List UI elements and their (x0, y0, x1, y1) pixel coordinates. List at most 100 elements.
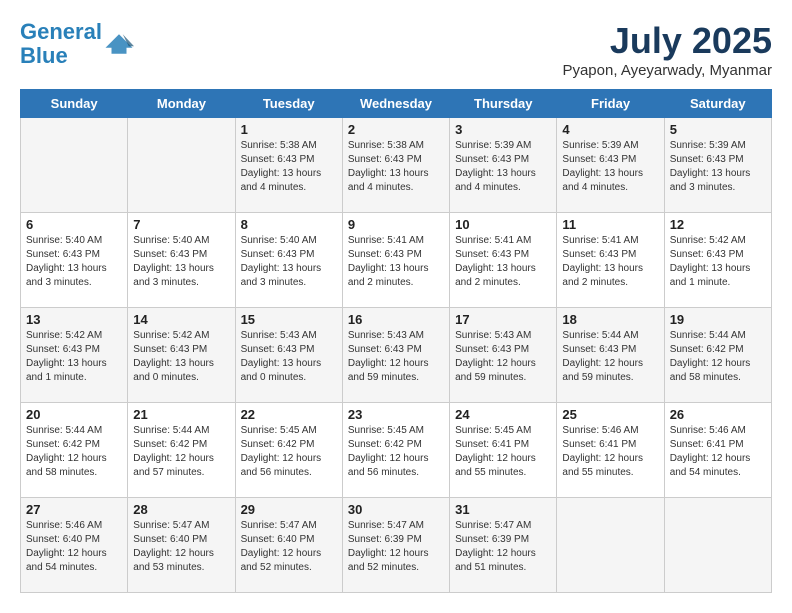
calendar-cell: 28 Sunrise: 5:47 AM Sunset: 6:40 PM Dayli… (128, 498, 235, 593)
header-cell-wednesday: Wednesday (342, 90, 449, 118)
day-info: Sunrise: 5:39 AM Sunset: 6:43 PM Dayligh… (670, 139, 766, 195)
header-cell-tuesday: Tuesday (235, 90, 342, 118)
calendar-cell: 23 Sunrise: 5:45 AM Sunset: 6:42 PM Dayli… (342, 403, 449, 498)
day-info: Sunrise: 5:45 AM Sunset: 6:42 PM Dayligh… (348, 424, 444, 480)
calendar-cell: 14 Sunrise: 5:42 AM Sunset: 6:43 PM Dayli… (128, 308, 235, 403)
calendar-cell: 26Sunrise: 5:46 AM Sunset: 6:41 PM Dayli… (664, 403, 771, 498)
day-info: Sunrise: 5:44 AM Sunset: 6:42 PM Dayligh… (26, 424, 122, 480)
day-info: Sunrise: 5:47 AM Sunset: 6:40 PM Dayligh… (241, 519, 337, 575)
day-info: Sunrise: 5:45 AM Sunset: 6:42 PM Dayligh… (241, 424, 337, 480)
day-info: Sunrise: 5:40 AM Sunset: 6:43 PM Dayligh… (133, 234, 229, 290)
day-number: 7 (133, 217, 229, 232)
day-number: 25 (562, 407, 658, 422)
calendar-cell: 11 Sunrise: 5:41 AM Sunset: 6:43 PM Dayli… (557, 213, 664, 308)
week-row-3: 13Sunrise: 5:42 AM Sunset: 6:43 PM Dayli… (21, 308, 772, 403)
header-cell-saturday: Saturday (664, 90, 771, 118)
calendar-cell (557, 498, 664, 593)
location: Pyapon, Ayeyarwady, Myanmar (562, 62, 772, 79)
day-number: 21 (133, 407, 229, 422)
day-info: Sunrise: 5:41 AM Sunset: 6:43 PM Dayligh… (348, 234, 444, 290)
day-info: Sunrise: 5:39 AM Sunset: 6:43 PM Dayligh… (562, 139, 658, 195)
calendar-cell: 25 Sunrise: 5:46 AM Sunset: 6:41 PM Dayli… (557, 403, 664, 498)
header-cell-monday: Monday (128, 90, 235, 118)
calendar-cell: 27Sunrise: 5:46 AM Sunset: 6:40 PM Dayli… (21, 498, 128, 593)
day-info: Sunrise: 5:42 AM Sunset: 6:43 PM Dayligh… (133, 329, 229, 385)
calendar-cell: 4 Sunrise: 5:39 AM Sunset: 6:43 PM Daylig… (557, 118, 664, 213)
day-info: Sunrise: 5:47 AM Sunset: 6:39 PM Dayligh… (348, 519, 444, 575)
calendar-cell: 8Sunrise: 5:40 AM Sunset: 6:43 PM Daylig… (235, 213, 342, 308)
day-number: 5 (670, 122, 766, 137)
calendar-cell (21, 118, 128, 213)
day-number: 14 (133, 312, 229, 327)
calendar-cell: 7 Sunrise: 5:40 AM Sunset: 6:43 PM Daylig… (128, 213, 235, 308)
day-info: Sunrise: 5:44 AM Sunset: 6:42 PM Dayligh… (670, 329, 766, 385)
day-number: 19 (670, 312, 766, 327)
day-info: Sunrise: 5:46 AM Sunset: 6:41 PM Dayligh… (670, 424, 766, 480)
day-info: Sunrise: 5:42 AM Sunset: 6:43 PM Dayligh… (670, 234, 766, 290)
calendar-cell: 30 Sunrise: 5:47 AM Sunset: 6:39 PM Dayli… (342, 498, 449, 593)
calendar-cell: 24 Sunrise: 5:45 AM Sunset: 6:41 PM Dayli… (450, 403, 557, 498)
day-info: Sunrise: 5:46 AM Sunset: 6:41 PM Dayligh… (562, 424, 658, 480)
day-number: 30 (348, 502, 444, 517)
day-info: Sunrise: 5:47 AM Sunset: 6:39 PM Dayligh… (455, 519, 551, 575)
week-row-2: 6Sunrise: 5:40 AM Sunset: 6:43 PM Daylig… (21, 213, 772, 308)
calendar-cell: 16 Sunrise: 5:43 AM Sunset: 6:43 PM Dayli… (342, 308, 449, 403)
day-number: 10 (455, 217, 551, 232)
calendar-cell: 3 Sunrise: 5:39 AM Sunset: 6:43 PM Daylig… (450, 118, 557, 213)
day-number: 22 (241, 407, 337, 422)
day-info: Sunrise: 5:47 AM Sunset: 6:40 PM Dayligh… (133, 519, 229, 575)
calendar-cell: 13Sunrise: 5:42 AM Sunset: 6:43 PM Dayli… (21, 308, 128, 403)
calendar-cell: 9Sunrise: 5:41 AM Sunset: 6:43 PM Daylig… (342, 213, 449, 308)
calendar-cell: 2Sunrise: 5:38 AM Sunset: 6:43 PM Daylig… (342, 118, 449, 213)
day-number: 11 (562, 217, 658, 232)
calendar-cell: 20 Sunrise: 5:44 AM Sunset: 6:42 PM Dayli… (21, 403, 128, 498)
calendar-cell: 31 Sunrise: 5:47 AM Sunset: 6:39 PM Dayli… (450, 498, 557, 593)
day-info: Sunrise: 5:38 AM Sunset: 6:43 PM Dayligh… (348, 139, 444, 195)
day-info: Sunrise: 5:41 AM Sunset: 6:43 PM Dayligh… (455, 234, 551, 290)
week-row-4: 20 Sunrise: 5:44 AM Sunset: 6:42 PM Dayli… (21, 403, 772, 498)
calendar-cell: 17Sunrise: 5:43 AM Sunset: 6:43 PM Dayli… (450, 308, 557, 403)
day-info: Sunrise: 5:43 AM Sunset: 6:43 PM Dayligh… (455, 329, 551, 385)
day-info: Sunrise: 5:39 AM Sunset: 6:43 PM Dayligh… (455, 139, 551, 195)
day-number: 28 (133, 502, 229, 517)
day-number: 20 (26, 407, 122, 422)
calendar-cell: 12 Sunrise: 5:42 AM Sunset: 6:43 PM Dayli… (664, 213, 771, 308)
day-number: 27 (26, 502, 122, 517)
day-info: Sunrise: 5:44 AM Sunset: 6:42 PM Dayligh… (133, 424, 229, 480)
header-cell-thursday: Thursday (450, 90, 557, 118)
day-info: Sunrise: 5:44 AM Sunset: 6:43 PM Dayligh… (562, 329, 658, 385)
logo: GeneralBlue (20, 20, 134, 68)
day-info: Sunrise: 5:41 AM Sunset: 6:43 PM Dayligh… (562, 234, 658, 290)
calendar-cell: 1Sunrise: 5:38 AM Sunset: 6:43 PM Daylig… (235, 118, 342, 213)
calendar-cell: 6Sunrise: 5:40 AM Sunset: 6:43 PM Daylig… (21, 213, 128, 308)
day-number: 4 (562, 122, 658, 137)
title-block: July 2025 Pyapon, Ayeyarwady, Myanmar (562, 20, 772, 79)
calendar-cell: 18Sunrise: 5:44 AM Sunset: 6:43 PM Dayli… (557, 308, 664, 403)
calendar-cell: 5 Sunrise: 5:39 AM Sunset: 6:43 PM Daylig… (664, 118, 771, 213)
calendar-cell: 21 Sunrise: 5:44 AM Sunset: 6:42 PM Dayli… (128, 403, 235, 498)
month-title: July 2025 (562, 20, 772, 62)
day-info: Sunrise: 5:43 AM Sunset: 6:43 PM Dayligh… (241, 329, 337, 385)
day-number: 12 (670, 217, 766, 232)
calendar-cell: 29 Sunrise: 5:47 AM Sunset: 6:40 PM Dayli… (235, 498, 342, 593)
calendar-cell: 19 Sunrise: 5:44 AM Sunset: 6:42 PM Dayli… (664, 308, 771, 403)
calendar-table: SundayMondayTuesdayWednesdayThursdayFrid… (20, 89, 772, 593)
calendar-cell: 10 Sunrise: 5:41 AM Sunset: 6:43 PM Dayli… (450, 213, 557, 308)
day-number: 24 (455, 407, 551, 422)
day-number: 29 (241, 502, 337, 517)
logo-icon (104, 29, 134, 59)
logo-text: GeneralBlue (20, 20, 102, 68)
day-number: 31 (455, 502, 551, 517)
day-info: Sunrise: 5:43 AM Sunset: 6:43 PM Dayligh… (348, 329, 444, 385)
day-number: 23 (348, 407, 444, 422)
calendar-cell (664, 498, 771, 593)
day-number: 3 (455, 122, 551, 137)
page-header: GeneralBlue July 2025 Pyapon, Ayeyarwady… (20, 20, 772, 79)
day-info: Sunrise: 5:45 AM Sunset: 6:41 PM Dayligh… (455, 424, 551, 480)
calendar-cell (128, 118, 235, 213)
day-number: 16 (348, 312, 444, 327)
day-info: Sunrise: 5:40 AM Sunset: 6:43 PM Dayligh… (26, 234, 122, 290)
calendar-cell: 22 Sunrise: 5:45 AM Sunset: 6:42 PM Dayli… (235, 403, 342, 498)
header-row: SundayMondayTuesdayWednesdayThursdayFrid… (21, 90, 772, 118)
week-row-5: 27Sunrise: 5:46 AM Sunset: 6:40 PM Dayli… (21, 498, 772, 593)
